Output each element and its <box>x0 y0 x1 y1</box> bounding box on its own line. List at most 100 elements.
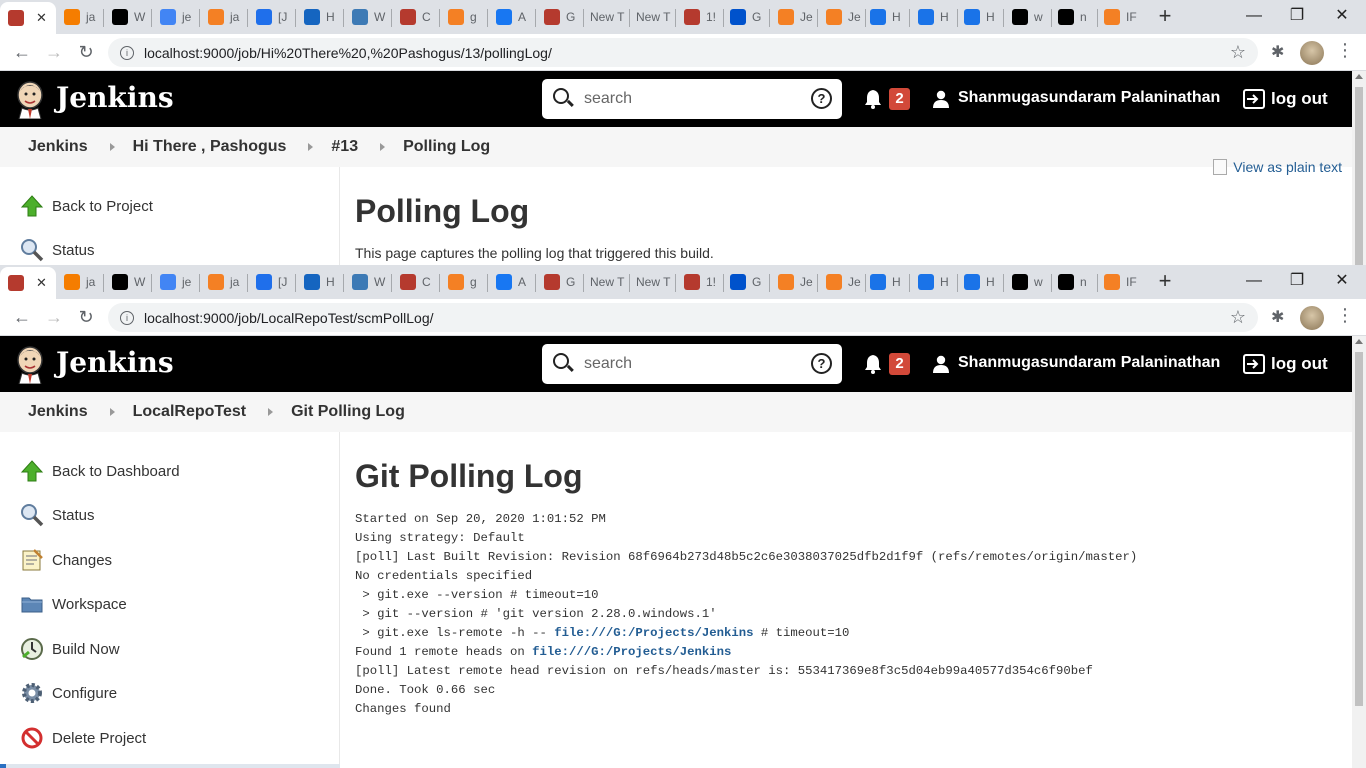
scrollbar[interactable] <box>1352 71 1366 265</box>
breadcrumb-project[interactable]: LocalRepoTest <box>133 403 247 421</box>
sidebar-item-build-now[interactable]: Build Now <box>20 637 120 661</box>
browser-tab[interactable]: Je <box>818 268 864 296</box>
search-box[interactable]: ? <box>542 344 842 384</box>
logout-icon[interactable] <box>1243 89 1265 109</box>
search-input[interactable] <box>584 352 804 376</box>
bell-icon[interactable] <box>862 354 884 374</box>
extensions-icon[interactable]: ✱ <box>1271 42 1284 62</box>
close-window-icon[interactable]: ✕ <box>1322 268 1362 294</box>
browser-tab[interactable]: H <box>862 3 908 31</box>
logout-link[interactable]: log out <box>1271 89 1328 109</box>
url-box[interactable]: i localhost:9000/job/Hi%20There%20,%20Pa… <box>108 38 1258 67</box>
bookmark-star-icon[interactable]: ☆ <box>1230 307 1246 328</box>
browser-tab[interactable]: W <box>104 268 150 296</box>
browser-tab[interactable]: New T <box>628 3 674 31</box>
chevron-right-icon[interactable] <box>109 143 115 151</box>
browser-tab[interactable]: 1! <box>676 3 722 31</box>
browser-tab[interactable]: IF <box>1096 3 1142 31</box>
browser-tab[interactable]: [J <box>248 3 294 31</box>
browser-tab[interactable]: g <box>440 3 486 31</box>
scrollbar-thumb[interactable] <box>1355 87 1363 265</box>
view-plain-label[interactable]: View as plain text <box>1233 159 1342 175</box>
scroll-up-arrow-icon[interactable] <box>1355 74 1363 79</box>
browser-tab[interactable]: H <box>956 3 1002 31</box>
browser-tab[interactable]: C <box>392 268 438 296</box>
tab-close-icon[interactable]: ✕ <box>36 275 47 291</box>
help-icon[interactable]: ? <box>811 353 832 374</box>
sidebar-item-status[interactable]: Status <box>20 238 95 262</box>
browser-tab[interactable]: G <box>536 268 582 296</box>
jenkins-logo-icon[interactable] <box>14 79 46 119</box>
browser-tab[interactable]: H <box>296 3 342 31</box>
new-tab-plus-icon[interactable]: + <box>1152 269 1178 295</box>
extensions-icon[interactable]: ✱ <box>1271 307 1284 327</box>
browser-tab[interactable]: ja <box>200 268 246 296</box>
browser-tab[interactable]: New T <box>582 3 628 31</box>
browser-tab[interactable]: H <box>910 3 956 31</box>
browser-menu-icon[interactable]: ⋮ <box>1336 305 1354 326</box>
browser-tab[interactable]: H <box>910 268 956 296</box>
tab-close-icon[interactable]: ✕ <box>36 10 47 26</box>
bookmark-star-icon[interactable]: ☆ <box>1230 42 1246 63</box>
browser-tab[interactable]: w <box>1004 268 1050 296</box>
jenkins-title[interactable]: Jenkins <box>56 81 174 114</box>
sidebar-item-status[interactable]: Status <box>20 503 95 527</box>
browser-menu-icon[interactable]: ⋮ <box>1336 40 1354 61</box>
browser-tab[interactable]: g <box>440 268 486 296</box>
browser-tab[interactable]: ja <box>56 3 102 31</box>
chevron-right-icon[interactable] <box>109 408 115 416</box>
breadcrumb-jenkins[interactable]: Jenkins <box>28 403 88 421</box>
back-arrow-icon[interactable]: ← <box>10 306 34 328</box>
forward-arrow-icon[interactable]: → <box>42 41 66 63</box>
sidebar-item-back-to-project[interactable]: Back to Project <box>20 194 153 218</box>
scrollbar-thumb[interactable] <box>1355 352 1363 706</box>
browser-tab[interactable]: W <box>104 3 150 31</box>
notification-badge[interactable]: 2 <box>889 88 910 110</box>
logout-link[interactable]: log out <box>1271 354 1328 374</box>
browser-tab[interactable]: Je <box>818 3 864 31</box>
browser-tab[interactable]: Je <box>770 3 816 31</box>
back-arrow-icon[interactable]: ← <box>10 41 34 63</box>
logout-icon[interactable] <box>1243 354 1265 374</box>
browser-tab[interactable]: je <box>152 3 198 31</box>
maximize-icon[interactable]: ❐ <box>1277 3 1317 29</box>
breadcrumb-git-polling-log[interactable]: Git Polling Log <box>291 403 405 421</box>
browser-tab[interactable]: [J <box>248 268 294 296</box>
browser-tab[interactable]: H <box>296 268 342 296</box>
jenkins-logo-icon[interactable] <box>14 344 46 384</box>
chevron-right-icon[interactable] <box>380 143 386 151</box>
breadcrumb-polling-log[interactable]: Polling Log <box>403 138 490 156</box>
browser-tab[interactable]: G <box>722 268 768 296</box>
close-window-icon[interactable]: ✕ <box>1322 3 1362 29</box>
browser-tab[interactable]: Je <box>770 268 816 296</box>
sidebar-item-back-to-dashboard[interactable]: Back to Dashboard <box>20 459 180 483</box>
browser-tab[interactable]: W <box>344 268 390 296</box>
view-plain-link[interactable]: View as plain text <box>1213 159 1342 175</box>
forward-arrow-icon[interactable]: → <box>42 306 66 328</box>
browser-tab[interactable]: W <box>344 3 390 31</box>
browser-tab[interactable]: n <box>1050 268 1096 296</box>
browser-tab[interactable]: New T <box>628 268 674 296</box>
breadcrumb-build[interactable]: #13 <box>331 138 358 156</box>
scroll-up-arrow-icon[interactable] <box>1355 339 1363 344</box>
browser-tab[interactable]: New T <box>582 268 628 296</box>
scrollbar[interactable] <box>1352 336 1366 768</box>
browser-tab[interactable]: G <box>536 3 582 31</box>
sidebar-item-configure[interactable]: Configure <box>20 681 117 705</box>
minimize-icon[interactable]: — <box>1234 3 1274 29</box>
browser-tab[interactable]: w <box>1004 3 1050 31</box>
profile-avatar[interactable] <box>1300 41 1324 65</box>
browser-tab[interactable]: 1! <box>676 268 722 296</box>
browser-tab[interactable]: ja <box>56 268 102 296</box>
url-text[interactable]: localhost:9000/job/LocalRepoTest/scmPoll… <box>144 310 434 326</box>
browser-tab[interactable]: ja <box>200 3 246 31</box>
browser-tab[interactable]: IF <box>1096 268 1142 296</box>
info-icon[interactable]: i <box>120 310 134 325</box>
bell-icon[interactable] <box>862 89 884 109</box>
help-icon[interactable]: ? <box>811 88 832 109</box>
sidebar-item-changes[interactable]: Changes <box>20 548 112 572</box>
minimize-icon[interactable]: — <box>1234 268 1274 294</box>
sidebar-item-workspace[interactable]: Workspace <box>20 592 127 616</box>
repo-link[interactable]: file:///G:/Projects/Jenkins <box>554 626 753 640</box>
browser-tab[interactable]: ✕ <box>0 267 56 299</box>
